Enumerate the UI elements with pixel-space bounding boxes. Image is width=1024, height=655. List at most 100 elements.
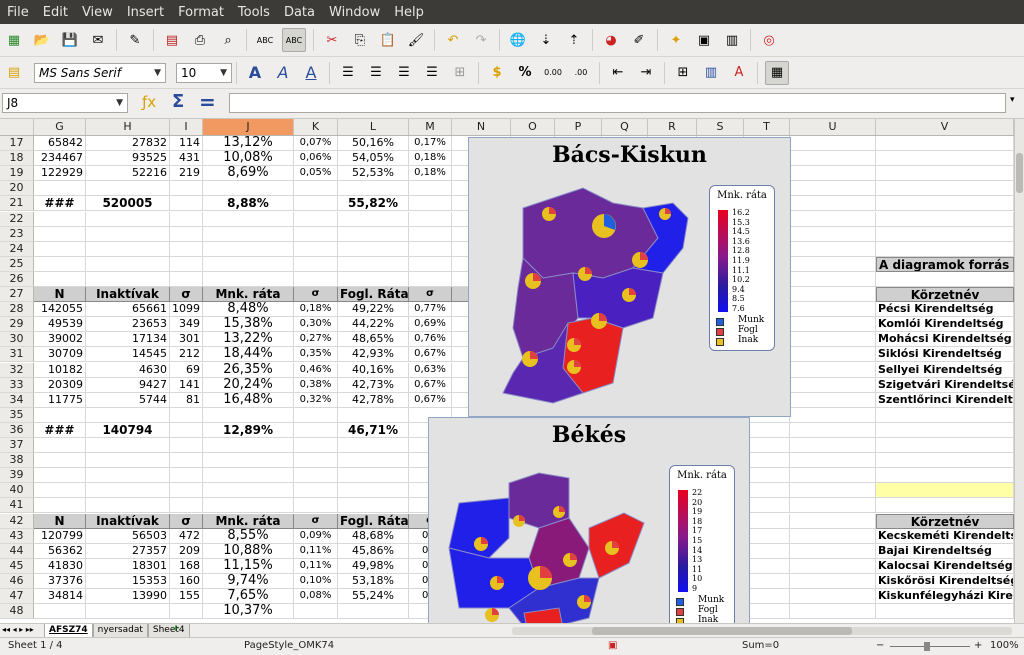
cell-V29[interactable]: Komlói Kirendeltség	[876, 317, 1014, 333]
row-number[interactable]: 27	[0, 287, 34, 302]
cell-H17[interactable]: 27832	[86, 136, 170, 151]
chevron-down-icon[interactable]: ▾	[1010, 95, 1015, 105]
cell-I40[interactable]	[170, 483, 203, 499]
cell-I32[interactable]: 69	[170, 362, 203, 378]
font-color-icon[interactable]: A	[728, 62, 750, 84]
row-number[interactable]: 17	[0, 136, 34, 151]
sheet-tab-sheet4[interactable]: Sheet4	[147, 624, 190, 638]
cell-L26[interactable]	[338, 271, 409, 287]
row-number[interactable]: 28	[0, 302, 34, 318]
cell-I26[interactable]	[170, 271, 203, 287]
open-folder-icon[interactable]: 📂	[31, 29, 53, 51]
cell-H23[interactable]	[86, 226, 170, 242]
cell-K20[interactable]	[294, 181, 338, 197]
cell-H45[interactable]: 18301	[86, 558, 170, 574]
zoom-slider[interactable]	[890, 642, 970, 651]
cell-I30[interactable]: 301	[170, 332, 203, 348]
cell-L46[interactable]: 53,18%	[338, 573, 409, 589]
cell-G22[interactable]	[34, 211, 86, 227]
cell-M28[interactable]: 0,77%	[409, 302, 452, 318]
cell-L47[interactable]: 55,24%	[338, 589, 409, 604]
cell-M34[interactable]: 0,67%	[409, 392, 452, 408]
cell-I36[interactable]	[170, 422, 203, 438]
cell-H39[interactable]	[86, 468, 170, 484]
cell-I44[interactable]: 209	[170, 543, 203, 559]
cell-J39[interactable]	[203, 468, 294, 484]
cell-L21[interactable]: 55,82%	[338, 196, 409, 212]
menu-file[interactable]: File	[0, 5, 36, 20]
cell-L42[interactable]: Fogl. Ráta	[338, 513, 409, 529]
cell-U38[interactable]	[790, 453, 876, 469]
cell-I38[interactable]	[170, 453, 203, 469]
cell-L44[interactable]: 45,86%	[338, 543, 409, 559]
cell-U21[interactable]	[790, 196, 876, 212]
cell-G32[interactable]: 10182	[34, 362, 86, 378]
menu-view[interactable]: View	[75, 5, 120, 20]
clone-format-icon[interactable]: 🖌	[405, 29, 427, 51]
cell-K23[interactable]	[294, 226, 338, 242]
cell-M19[interactable]: 0,18%	[409, 166, 452, 182]
cell-I39[interactable]	[170, 468, 203, 484]
cell-I33[interactable]: 141	[170, 377, 203, 393]
cell-H26[interactable]	[86, 271, 170, 287]
cut-icon[interactable]: ✂	[321, 29, 343, 51]
cell-U34[interactable]	[790, 392, 876, 408]
row-number[interactable]: 23	[0, 226, 34, 242]
cell-J24[interactable]	[203, 241, 294, 257]
row-number[interactable]: 37	[0, 438, 34, 453]
cell-V45[interactable]: Kalocsai Kirendeltség	[876, 558, 1014, 574]
sheet-tab-afsz74[interactable]: AFSZ74	[44, 624, 93, 638]
save-icon[interactable]: 💾	[59, 29, 81, 51]
cell-U28[interactable]	[790, 302, 876, 318]
cell-K41[interactable]	[294, 498, 338, 514]
cell-T43[interactable]	[744, 528, 790, 544]
cell-I31[interactable]: 212	[170, 347, 203, 363]
column-header-T[interactable]: T	[744, 119, 790, 135]
hyperlink-icon[interactable]: 🌐	[507, 29, 529, 51]
align-right-icon[interactable]: ☰	[393, 62, 415, 84]
cell-J34[interactable]: 16,48%	[203, 392, 294, 408]
cell-L18[interactable]: 54,05%	[338, 151, 409, 167]
sidebar-toggle-icon[interactable]: ▦	[765, 60, 789, 85]
cell-G44[interactable]: 56362	[34, 543, 86, 559]
font-size-combo[interactable]: 10 ▼	[176, 62, 232, 83]
cell-I23[interactable]	[170, 226, 203, 242]
row-number[interactable]: 19	[0, 166, 34, 182]
cell-V38[interactable]	[876, 453, 1014, 469]
cell-G23[interactable]	[34, 226, 86, 242]
cell-T44[interactable]	[744, 543, 790, 559]
cell-I41[interactable]	[170, 498, 203, 514]
cell-J26[interactable]	[203, 271, 294, 287]
cell-J27[interactable]: Mnk. ráta	[203, 287, 294, 302]
cell-V43[interactable]: Kecskeméti Kirendelts	[876, 528, 1014, 544]
column-header-Q[interactable]: Q	[602, 119, 648, 135]
row-number[interactable]: 24	[0, 241, 34, 257]
cell-G26[interactable]	[34, 271, 86, 287]
cell-M27[interactable]: σ	[409, 287, 452, 302]
cell-L24[interactable]	[338, 241, 409, 257]
cell-G33[interactable]: 20309	[34, 377, 86, 393]
cell-G29[interactable]: 49539	[34, 317, 86, 333]
cell-L32[interactable]: 40,16%	[338, 362, 409, 378]
column-header-H[interactable]: H	[86, 119, 170, 135]
cell-K26[interactable]	[294, 271, 338, 287]
cell-J20[interactable]	[203, 181, 294, 197]
cell-K36[interactable]	[294, 422, 338, 438]
cell-K30[interactable]: 0,27%	[294, 332, 338, 348]
cell-G35[interactable]	[34, 407, 86, 423]
cell-U22[interactable]	[790, 211, 876, 227]
cell-V25[interactable]: A diagramok forrás	[876, 256, 1014, 272]
cell-H47[interactable]: 13990	[86, 589, 170, 604]
cell-U39[interactable]	[790, 468, 876, 484]
cell-G37[interactable]	[34, 438, 86, 453]
cell-H24[interactable]	[86, 241, 170, 257]
cell-V30[interactable]: Mohácsi Kirendeltség	[876, 332, 1014, 348]
row-number[interactable]: 33	[0, 377, 34, 393]
cell-K40[interactable]	[294, 483, 338, 499]
cell-T40[interactable]	[744, 483, 790, 499]
cell-I29[interactable]: 349	[170, 317, 203, 333]
sort-descending-icon[interactable]: ⇡	[563, 29, 585, 51]
cell-J35[interactable]	[203, 407, 294, 423]
cell-L31[interactable]: 42,93%	[338, 347, 409, 363]
map-chart-bekes[interactable]: Békés Mnk. ráta 22 20 19 18 17 15 14 13 11 10 9 Mu…	[428, 417, 750, 625]
